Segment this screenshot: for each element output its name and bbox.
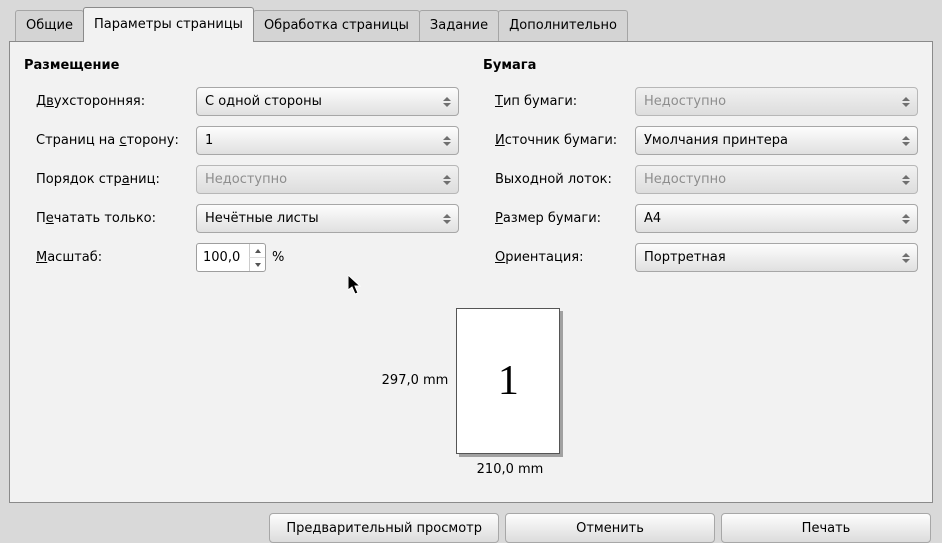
chevron-updown-icon xyxy=(899,175,913,185)
tab-advanced[interactable]: Дополнительно xyxy=(498,10,628,41)
chevron-updown-icon xyxy=(899,253,913,263)
tab-bar: Общие Параметры страницы Обработка стран… xyxy=(15,6,933,41)
page-setup-panel: Размещение Двухсторонняя: С одной сторон… xyxy=(9,41,933,503)
paper-size-combo[interactable]: A4 xyxy=(635,204,918,233)
two-sided-label: Двухсторонняя: xyxy=(36,94,196,109)
preview-button[interactable]: Предварительный просмотр xyxy=(269,513,499,543)
print-button[interactable]: Печать xyxy=(721,513,931,543)
layout-title: Размещение xyxy=(24,58,459,73)
two-sided-combo[interactable]: С одной стороны xyxy=(196,87,459,116)
pages-per-side-combo[interactable]: 1 xyxy=(196,126,459,155)
only-print-value: Нечётные листы xyxy=(205,211,319,226)
paper-size-value: A4 xyxy=(644,211,661,226)
page-preview: 297,0 mm 1 210,0 mm xyxy=(24,292,918,492)
paper-source-label: Источник бумаги: xyxy=(495,133,635,148)
output-tray-value: Недоступно xyxy=(644,172,726,187)
paper-source-value: Умолчания принтера xyxy=(644,133,788,148)
tab-job[interactable]: Задание xyxy=(419,10,499,41)
cancel-button[interactable]: Отменить xyxy=(505,513,715,543)
preview-height-label: 297,0 mm xyxy=(382,373,449,388)
paper-type-combo: Недоступно xyxy=(635,87,918,116)
scale-value: 100,0 xyxy=(203,250,249,265)
layout-group: Размещение Двухсторонняя: С одной сторон… xyxy=(24,58,459,282)
button-bar: Предварительный просмотр Отменить Печать xyxy=(9,513,933,543)
chevron-updown-icon xyxy=(440,97,454,107)
scale-suffix: % xyxy=(272,250,284,265)
preview-page: 1 xyxy=(456,308,560,454)
paper-title: Бумага xyxy=(483,58,918,73)
page-order-value: Недоступно xyxy=(205,172,287,187)
chevron-updown-icon xyxy=(899,136,913,146)
paper-type-value: Недоступно xyxy=(644,94,726,109)
two-sided-value: С одной стороны xyxy=(205,94,322,109)
pages-per-side-label: Страниц на сторону: xyxy=(36,133,196,148)
chevron-updown-icon xyxy=(899,97,913,107)
output-tray-combo: Недоступно xyxy=(635,165,918,194)
paper-size-label: Размер бумаги: xyxy=(495,211,635,226)
chevron-updown-icon xyxy=(440,214,454,224)
chevron-updown-icon xyxy=(440,136,454,146)
orientation-value: Портретная xyxy=(644,250,726,265)
only-print-label: Печатать только: xyxy=(36,211,196,226)
preview-page-number: 1 xyxy=(498,357,519,405)
tab-page-setup[interactable]: Параметры страницы xyxy=(83,7,254,42)
scale-label: Масштаб: xyxy=(36,250,196,265)
pages-per-side-value: 1 xyxy=(205,133,213,148)
output-tray-label: Выходной лоток: xyxy=(495,172,635,187)
tab-general[interactable]: Общие xyxy=(15,10,84,41)
orientation-label: Ориентация: xyxy=(495,250,635,265)
preview-width-label: 210,0 mm xyxy=(477,462,544,477)
page-order-combo: Недоступно xyxy=(196,165,459,194)
only-print-combo[interactable]: Нечётные листы xyxy=(196,204,459,233)
tab-page-handling[interactable]: Обработка страницы xyxy=(253,10,420,41)
paper-source-combo[interactable]: Умолчания принтера xyxy=(635,126,918,155)
chevron-updown-icon xyxy=(899,214,913,224)
scale-spinbox[interactable]: 100,0 xyxy=(196,243,266,272)
chevron-updown-icon xyxy=(440,175,454,185)
spinner-icon[interactable] xyxy=(249,244,265,271)
page-order-label: Порядок страниц: xyxy=(36,172,196,187)
paper-type-label: Тип бумаги: xyxy=(495,94,635,109)
orientation-combo[interactable]: Портретная xyxy=(635,243,918,272)
paper-group: Бумага Тип бумаги: Недоступно Источник б… xyxy=(483,58,918,282)
